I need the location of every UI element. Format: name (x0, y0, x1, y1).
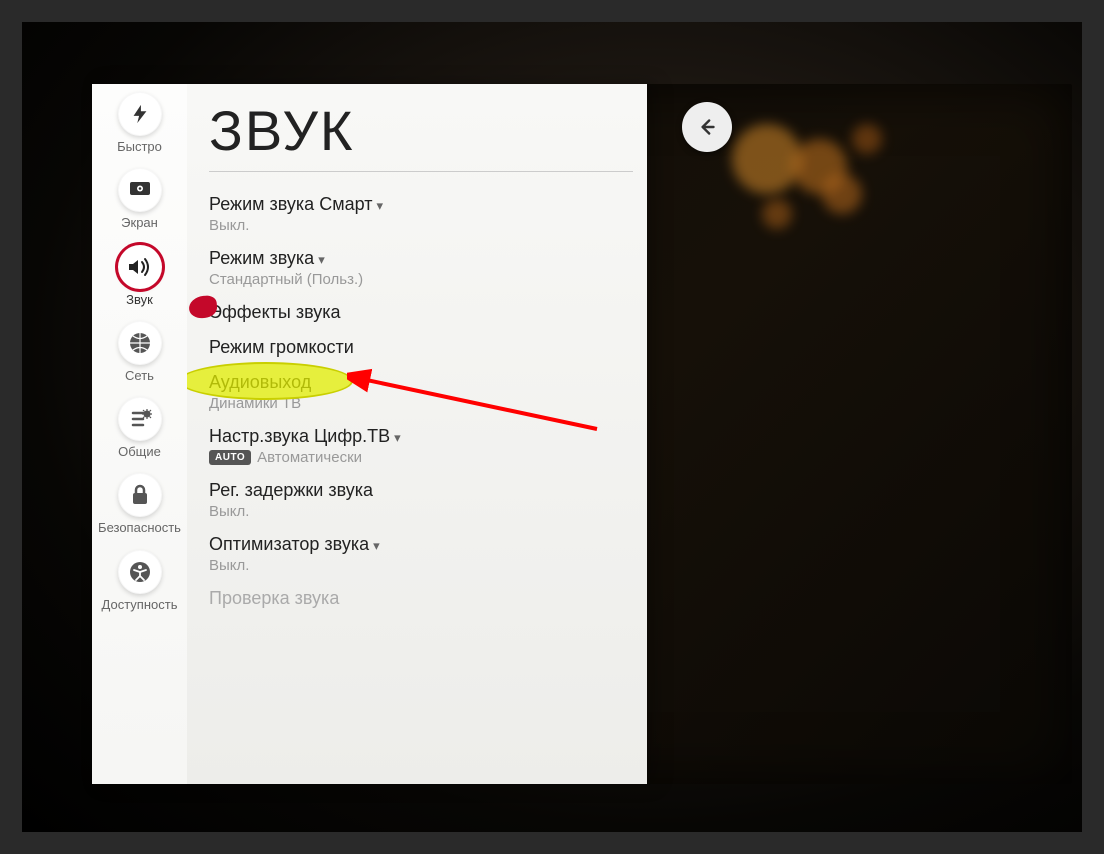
chevron-down-icon: ▾ (376, 198, 383, 214)
sidebar-item-label: Экран (121, 216, 158, 230)
bokeh-light (762, 199, 792, 229)
back-arrow-icon (694, 114, 720, 140)
sidebar-item-label: Сеть (125, 369, 154, 383)
settings-sidebar: Быстро Экран (92, 84, 187, 784)
sidebar-item-label: Общие (118, 445, 161, 459)
screen-icon (128, 180, 152, 200)
sidebar-item-label: Звук (126, 293, 153, 307)
auto-badge: AUTO (209, 450, 251, 465)
option-sound-mode[interactable]: Режим звука▾ Стандартный (Польз.) (209, 248, 633, 288)
option-sound-delay[interactable]: Рег. задержки звука Выкл. (209, 480, 633, 520)
option-title: Режим звука (209, 248, 314, 269)
sidebar-item-label: Безопасность (98, 521, 181, 535)
sidebar-item-security[interactable]: Безопасность (101, 473, 179, 535)
photo-frame: Быстро Экран (0, 0, 1104, 854)
option-title: Режим громкости (209, 337, 354, 358)
chevron-down-icon: ▾ (373, 538, 380, 554)
accessibility-icon (128, 560, 152, 584)
general-icon (128, 407, 152, 431)
bokeh-light (732, 124, 802, 194)
network-icon (128, 331, 152, 355)
bokeh-light (852, 124, 882, 154)
option-title: Проверка звука (209, 588, 339, 609)
option-value: Автоматически (257, 449, 362, 466)
option-value: Выкл. (209, 217, 633, 234)
option-value: Стандартный (Польз.) (209, 271, 633, 288)
back-button[interactable] (682, 102, 732, 152)
chevron-down-icon: ▾ (318, 252, 325, 268)
option-smart-sound-mode[interactable]: Режим звука Смарт▾ Выкл. (209, 194, 633, 234)
sidebar-item-sound[interactable]: Звук (101, 245, 179, 307)
option-sound-test[interactable]: Проверка звука (209, 588, 633, 609)
option-sound-optimizer[interactable]: Оптимизатор звука▾ Выкл. (209, 534, 633, 574)
option-value: Выкл. (209, 557, 633, 574)
sidebar-item-quick[interactable]: Быстро (101, 92, 179, 154)
option-title: Настр.звука Цифр.ТВ (209, 426, 390, 447)
option-value: Выкл. (209, 503, 633, 520)
option-sound-effects[interactable]: Эффекты звука (209, 302, 633, 323)
option-title: Эффекты звука (209, 302, 341, 323)
lightning-icon (129, 103, 151, 125)
settings-content: ЗВУК Режим звука Смарт▾ Выкл. Режим звук… (187, 84, 647, 784)
option-audio-output[interactable]: Аудиовыход Динамики ТВ (209, 372, 633, 412)
bokeh-light (822, 174, 862, 214)
option-digital-tv-sound[interactable]: Настр.звука Цифр.ТВ▾ AUTO Автоматически (209, 426, 633, 466)
option-value: Динамики ТВ (209, 395, 633, 412)
sound-icon (127, 256, 153, 278)
lock-icon (130, 483, 150, 507)
sidebar-item-label: Доступность (102, 598, 178, 612)
option-title: Аудиовыход (209, 372, 311, 393)
sidebar-item-accessibility[interactable]: Доступность (101, 550, 179, 612)
sidebar-item-general[interactable]: Общие (101, 397, 179, 459)
option-volume-mode[interactable]: Режим громкости (209, 337, 633, 358)
settings-panel: Быстро Экран (92, 84, 647, 784)
tv-screen: Быстро Экран (92, 84, 1072, 784)
divider (209, 171, 633, 172)
option-title: Оптимизатор звука (209, 534, 369, 555)
option-title: Режим звука Смарт (209, 194, 372, 215)
sidebar-item-label: Быстро (117, 140, 162, 154)
option-title: Рег. задержки звука (209, 480, 373, 501)
sidebar-item-screen[interactable]: Экран (101, 168, 179, 230)
chevron-down-icon: ▾ (394, 430, 401, 446)
sidebar-item-network[interactable]: Сеть (101, 321, 179, 383)
page-title: ЗВУК (209, 98, 633, 163)
